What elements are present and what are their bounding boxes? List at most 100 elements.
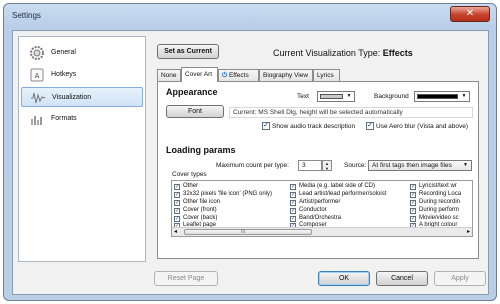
background-color-label: Background bbox=[374, 93, 409, 100]
sidebar-item-label: General bbox=[51, 49, 76, 56]
checkbox[interactable]: ✓ bbox=[410, 199, 416, 206]
checkbox[interactable]: ✓ bbox=[174, 215, 180, 222]
waveform-icon bbox=[30, 90, 46, 106]
sidebar-item-label: Hotkeys bbox=[51, 71, 77, 78]
background-color-swatch bbox=[417, 94, 458, 99]
checkbox[interactable]: ✓ bbox=[290, 184, 296, 190]
list-item[interactable]: ✓ Recording Loca bbox=[410, 191, 461, 199]
max-count-input[interactable]: 3 bbox=[298, 160, 322, 171]
reset-page-button[interactable]: Reset Page bbox=[154, 271, 218, 286]
cover-types-column-2: ✓ Media (e.g. label side of CD) ✓ Lead art… bbox=[290, 183, 386, 230]
scroll-left-icon[interactable]: ◂ bbox=[174, 228, 177, 235]
current-visualization-type: Current Visualization Type: Effects bbox=[273, 48, 413, 58]
cover-types-list[interactable]: ✓ Other ✓ 32x32 pixels 'file icon' (PNG on… bbox=[171, 180, 473, 237]
keyboard-key-icon: A bbox=[29, 67, 45, 83]
chevron-down-icon: ▼ bbox=[346, 93, 352, 99]
tab-label: Lyrics bbox=[317, 72, 334, 79]
text-color-label: Text bbox=[297, 93, 309, 100]
list-item[interactable]: ✓ Artist/performer bbox=[290, 199, 386, 207]
tab-lyrics[interactable]: Lyrics bbox=[313, 69, 340, 81]
list-item[interactable]: ✓ Lead artist/lead performer/soloist bbox=[290, 191, 386, 199]
apply-button[interactable]: Apply bbox=[434, 271, 486, 286]
list-item[interactable]: ✓ Other bbox=[174, 183, 272, 191]
background-color-picker[interactable]: ▼ bbox=[414, 91, 470, 102]
chevron-down-icon: ▼ bbox=[461, 93, 467, 99]
title-bar: Settings ✕ bbox=[4, 4, 496, 30]
list-item[interactable]: ✓ Cover (back) bbox=[174, 215, 272, 223]
scroll-right-icon[interactable]: ▸ bbox=[467, 228, 470, 235]
checkbox[interactable]: ✓ bbox=[174, 184, 180, 190]
checkbox[interactable]: ✓ bbox=[174, 199, 180, 206]
sidebar-item-label: Formats bbox=[51, 115, 77, 122]
tab-none[interactable]: None bbox=[157, 69, 181, 81]
bars-icon bbox=[29, 111, 45, 127]
scrollbar-thumb[interactable]: III bbox=[184, 229, 312, 235]
list-item[interactable]: ✓ Other file icon bbox=[174, 199, 272, 207]
power-icon: ⏻ bbox=[222, 72, 228, 79]
source-label: Source: bbox=[344, 162, 367, 169]
cover-types-column-3: ✓ Lyricist/text wr ✓ Recording Loca ✓ Durin… bbox=[410, 183, 461, 230]
visualization-content: Set as Current Current Visualization Typ… bbox=[153, 36, 483, 262]
tab-label: Biography View bbox=[263, 72, 309, 79]
sidebar-item-general[interactable]: General bbox=[21, 43, 143, 63]
list-item[interactable]: ✓ During recordin bbox=[410, 199, 461, 207]
ok-button[interactable]: OK bbox=[318, 271, 370, 286]
dialog-button-bar: Reset Page OK Cancel Apply bbox=[13, 262, 488, 296]
close-button[interactable]: ✕ bbox=[450, 6, 490, 22]
sidebar: General A Hotkeys Visualization Formats bbox=[18, 36, 146, 262]
sidebar-item-hotkeys[interactable]: A Hotkeys bbox=[21, 65, 143, 85]
list-item[interactable]: ✓ Movie/video sc bbox=[410, 215, 461, 223]
list-item[interactable]: ✓ During perform bbox=[410, 207, 461, 215]
checkbox[interactable]: ✓ bbox=[174, 191, 180, 198]
show-audio-label: Show audio track description bbox=[272, 123, 356, 130]
tab-cover-art[interactable]: Cover Art bbox=[181, 67, 218, 82]
list-item[interactable]: ✓ Media (e.g. label side of CD) bbox=[290, 183, 386, 191]
tab-biography-view[interactable]: Biography View bbox=[259, 69, 313, 81]
source-select-value: At first tags then image files bbox=[372, 162, 452, 169]
checkbox[interactable]: ✓ bbox=[290, 191, 296, 198]
tab-effects[interactable]: ⏻ Effects bbox=[218, 69, 259, 81]
sidebar-item-label: Visualization bbox=[52, 94, 92, 101]
font-status: Current: MS Shell Dlg, height will be se… bbox=[229, 107, 473, 118]
source-select[interactable]: At first tags then image files ▼ bbox=[368, 160, 472, 171]
viz-type-label: Current Visualization Type: bbox=[273, 48, 381, 58]
tab-label: Effects bbox=[228, 72, 249, 79]
sidebar-item-visualization[interactable]: Visualization bbox=[21, 87, 143, 107]
horizontal-scrollbar[interactable]: ◂ III ▸ bbox=[172, 227, 472, 236]
cover-types-label: Cover types bbox=[172, 171, 207, 178]
checkbox[interactable]: ✓ bbox=[410, 215, 416, 222]
checkbox[interactable]: ✓ bbox=[290, 215, 296, 222]
loading-params-heading: Loading params bbox=[166, 145, 236, 155]
checkbox[interactable]: ✓ bbox=[410, 184, 416, 190]
checkbox[interactable]: ✓ bbox=[410, 191, 416, 198]
set-as-current-button[interactable]: Set as Current bbox=[157, 44, 219, 59]
checkbox[interactable]: ✓ bbox=[174, 207, 180, 214]
list-item[interactable]: ✓ 32x32 pixels 'file icon' (PNG only) bbox=[174, 191, 272, 199]
aero-blur-label: Use Aero blur (Vista and above) bbox=[376, 123, 469, 130]
gear-icon bbox=[29, 45, 45, 61]
cancel-button[interactable]: Cancel bbox=[376, 271, 428, 286]
font-button[interactable]: Font bbox=[166, 105, 224, 118]
scroll-grip-icon: III bbox=[241, 229, 246, 235]
list-item[interactable]: ✓ Lyricist/text wr bbox=[410, 183, 461, 191]
show-audio-checkbox[interactable]: ✓ bbox=[262, 122, 270, 130]
chevron-down-icon: ▼ bbox=[463, 162, 468, 168]
cover-types-column-1: ✓ Other ✓ 32x32 pixels 'file icon' (PNG on… bbox=[174, 183, 272, 230]
svg-text:A: A bbox=[35, 72, 40, 80]
checkbox[interactable]: ✓ bbox=[410, 207, 416, 214]
list-item[interactable]: ✓ Cover (front) bbox=[174, 207, 272, 215]
list-item[interactable]: ✓ Conductor bbox=[290, 207, 386, 215]
text-color-picker[interactable]: ▼ bbox=[317, 91, 355, 102]
aero-blur-checkbox[interactable]: ✓ bbox=[366, 122, 374, 130]
list-item[interactable]: ✓ Band/Orchestra bbox=[290, 215, 386, 223]
text-color-swatch bbox=[320, 94, 343, 99]
sidebar-item-formats[interactable]: Formats bbox=[21, 109, 143, 129]
tab-label: None bbox=[161, 72, 177, 79]
settings-window: Settings ✕ General A Hotkeys Visualizati… bbox=[3, 3, 497, 301]
checkbox[interactable]: ✓ bbox=[290, 199, 296, 206]
appearance-heading: Appearance bbox=[166, 87, 218, 97]
max-count-label: Maximum count per type: bbox=[216, 162, 289, 169]
checkbox[interactable]: ✓ bbox=[290, 207, 296, 214]
viz-type-value: Effects bbox=[382, 48, 413, 58]
max-count-stepper[interactable]: ▲ ▼ bbox=[322, 160, 332, 171]
